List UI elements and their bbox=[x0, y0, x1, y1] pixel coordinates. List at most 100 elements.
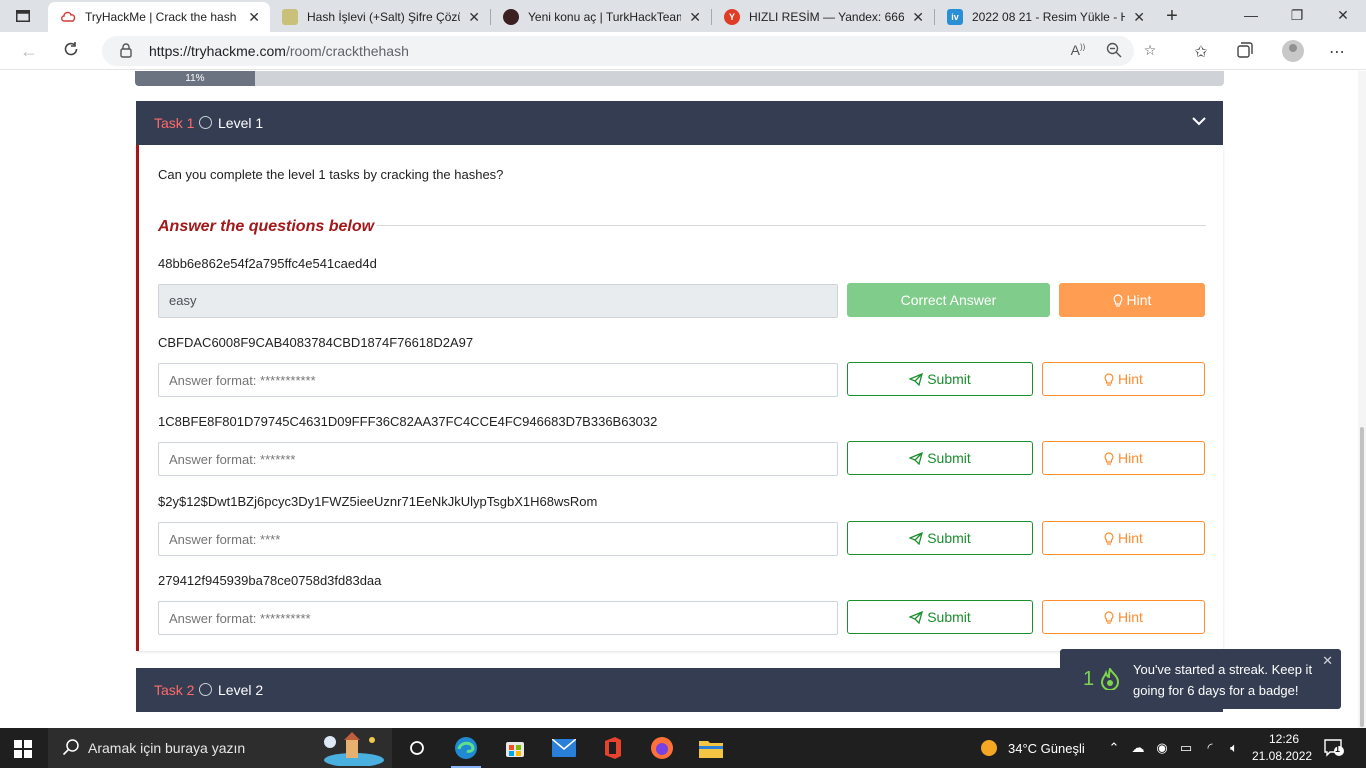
streak-count: 1 bbox=[1083, 668, 1095, 690]
profile-avatar[interactable] bbox=[1282, 40, 1304, 62]
tab-actions-icon[interactable] bbox=[8, 6, 38, 26]
submit-button[interactable]: Submit bbox=[847, 362, 1033, 396]
zoom-out-icon[interactable] bbox=[1104, 42, 1124, 61]
page-scrollbar[interactable] bbox=[1358, 71, 1366, 728]
notification-center-icon[interactable] bbox=[1324, 739, 1344, 757]
hint-button[interactable]: Hint bbox=[1042, 600, 1205, 634]
microsoft-store-icon[interactable] bbox=[492, 728, 538, 768]
refresh-icon[interactable] bbox=[60, 40, 82, 62]
button-label: Submit bbox=[927, 609, 971, 625]
weather-sun-icon bbox=[981, 740, 997, 756]
url-text: https://tryhackme.com/room/crackthehash bbox=[149, 43, 409, 59]
button-label: Hint bbox=[1118, 530, 1143, 546]
heading-divider bbox=[377, 225, 1206, 226]
office-icon[interactable] bbox=[590, 728, 636, 768]
lightbulb-icon bbox=[1113, 293, 1122, 307]
imgvault-icon: iv bbox=[947, 9, 963, 25]
tab-title: Hash İşlevi (+Salt) Şifre Çözücü bbox=[307, 10, 461, 24]
lightbulb-icon bbox=[1104, 372, 1114, 386]
add-favorite-icon[interactable]: ☆ bbox=[1140, 42, 1160, 59]
close-tab-icon[interactable]: ✕ bbox=[468, 9, 480, 26]
task-view-icon[interactable] bbox=[394, 728, 440, 768]
flame-icon bbox=[1100, 668, 1120, 690]
browser-tab-turkhackteam[interactable]: Yeni konu aç | TurkHackTeam ✕ bbox=[491, 2, 711, 32]
answer-input[interactable] bbox=[158, 601, 838, 635]
minimize-icon[interactable]: — bbox=[1228, 7, 1274, 23]
browser-tab-resim-yukle[interactable]: iv 2022 08 21 - Resim Yükle - Hızlı ✕ bbox=[935, 2, 1155, 32]
close-tab-icon[interactable]: ✕ bbox=[912, 9, 924, 26]
weather-text[interactable]: 34°C Güneşli bbox=[1008, 741, 1085, 756]
clock-time[interactable]: 12:26 bbox=[1264, 732, 1304, 746]
search-icon bbox=[62, 739, 79, 756]
wifi-icon[interactable]: ◜ bbox=[1202, 740, 1218, 756]
search-highlight-illustration-icon bbox=[324, 732, 384, 766]
browser-tab-yandex[interactable]: Y HIZLI RESİM — Yandex: 666 bin ✕ bbox=[712, 2, 934, 32]
hint-button[interactable]: Hint bbox=[1042, 441, 1205, 475]
task-number: Task 2 bbox=[154, 682, 195, 698]
answer-field[interactable]: easy bbox=[158, 284, 838, 318]
file-explorer-icon[interactable] bbox=[688, 728, 734, 768]
taskbar-search[interactable]: Aramak için buraya yazın bbox=[48, 728, 392, 768]
battery-icon[interactable]: ▭ bbox=[1178, 740, 1194, 756]
turkhackteam-icon bbox=[503, 9, 519, 25]
restore-icon[interactable]: ❐ bbox=[1274, 7, 1320, 24]
question-hash: 279412f945939ba78ce0758d3fd83daa bbox=[158, 573, 382, 588]
lightbulb-icon bbox=[1104, 531, 1114, 545]
close-window-icon[interactable]: ✕ bbox=[1320, 7, 1366, 24]
close-toast-icon[interactable]: ✕ bbox=[1322, 653, 1333, 669]
favorites-icon[interactable]: ✩ bbox=[1190, 42, 1212, 62]
button-label: Correct Answer bbox=[900, 292, 997, 308]
toast-message: You've started a streak. Keep it going f… bbox=[1133, 662, 1313, 698]
answer-input[interactable] bbox=[158, 363, 838, 397]
onedrive-cloud-icon[interactable]: ☁ bbox=[1130, 740, 1146, 756]
chevron-down-icon[interactable] bbox=[1191, 113, 1207, 129]
volume-icon[interactable]: 🔈︎ bbox=[1226, 740, 1242, 756]
task-intro: Can you complete the level 1 tasks by cr… bbox=[158, 167, 504, 182]
back-arrow-icon[interactable]: ← bbox=[18, 40, 40, 62]
url-field[interactable]: https://tryhackme.com/room/crackthehash … bbox=[102, 36, 1156, 66]
tab-title: 2022 08 21 - Resim Yükle - Hızlı bbox=[972, 10, 1126, 24]
close-tab-icon[interactable]: ✕ bbox=[689, 9, 701, 26]
windows-start-icon[interactable] bbox=[14, 740, 32, 758]
security-icon[interactable]: ◉ bbox=[1154, 740, 1170, 756]
task-status-icon bbox=[199, 116, 212, 129]
correct-answer-button[interactable]: Correct Answer bbox=[847, 283, 1050, 317]
browser-tab-tryhackme[interactable]: TryHackMe | Crack the hash ✕ bbox=[48, 2, 270, 32]
hint-button[interactable]: Hint bbox=[1059, 283, 1205, 317]
task-1-header[interactable]: Task 1 Level 1 bbox=[136, 101, 1223, 145]
button-label: Submit bbox=[927, 530, 971, 546]
tab-title: HIZLI RESİM — Yandex: 666 bin bbox=[749, 10, 905, 24]
firefox-icon[interactable] bbox=[639, 728, 685, 768]
answer-input[interactable] bbox=[158, 442, 838, 476]
question-hash: $2y$12$Dwt1BZj6pcyc3Dy1FWZ5ieeUznr71EeNk… bbox=[158, 494, 598, 509]
read-aloud-icon[interactable]: A)) bbox=[1068, 42, 1088, 58]
notification-count: 1 bbox=[1335, 744, 1341, 754]
hint-button[interactable]: Hint bbox=[1042, 521, 1205, 555]
more-menu-icon[interactable]: ⋯ bbox=[1326, 42, 1348, 62]
answer-input[interactable] bbox=[158, 522, 838, 556]
task-number: Task 1 bbox=[154, 115, 195, 131]
task-title: Level 1 bbox=[218, 115, 264, 131]
streak-toast: 1 You've started a streak. Keep it going… bbox=[1060, 649, 1341, 709]
close-tab-icon[interactable]: ✕ bbox=[248, 9, 260, 26]
hint-button[interactable]: Hint bbox=[1042, 362, 1205, 396]
collections-icon[interactable] bbox=[1234, 42, 1256, 63]
task-1-body: Can you complete the level 1 tasks by cr… bbox=[136, 145, 1223, 651]
edge-browser-icon[interactable] bbox=[443, 728, 489, 768]
submit-button[interactable]: Submit bbox=[847, 521, 1033, 555]
scrollbar-thumb[interactable] bbox=[1360, 427, 1364, 727]
tryhackme-cloud-icon bbox=[60, 9, 76, 25]
submit-button[interactable]: Submit bbox=[847, 600, 1033, 634]
question-hash: CBFDAC6008F9CAB4083784CBD1874F76618D2A97 bbox=[158, 335, 474, 350]
hash-site-icon bbox=[282, 9, 298, 25]
chevron-up-icon[interactable]: ⌃ bbox=[1106, 740, 1122, 756]
submit-button[interactable]: Submit bbox=[847, 441, 1033, 475]
paper-plane-icon bbox=[909, 451, 924, 465]
tab-title: Yeni konu aç | TurkHackTeam bbox=[528, 10, 682, 24]
browser-tab-hash[interactable]: Hash İşlevi (+Salt) Şifre Çözücü ✕ bbox=[270, 2, 490, 32]
clock-date[interactable]: 21.08.2022 bbox=[1252, 749, 1312, 763]
new-tab-button[interactable]: + bbox=[1161, 5, 1183, 28]
mail-icon[interactable] bbox=[541, 728, 587, 768]
button-label: Hint bbox=[1118, 450, 1143, 466]
close-tab-icon[interactable]: ✕ bbox=[1133, 9, 1145, 26]
